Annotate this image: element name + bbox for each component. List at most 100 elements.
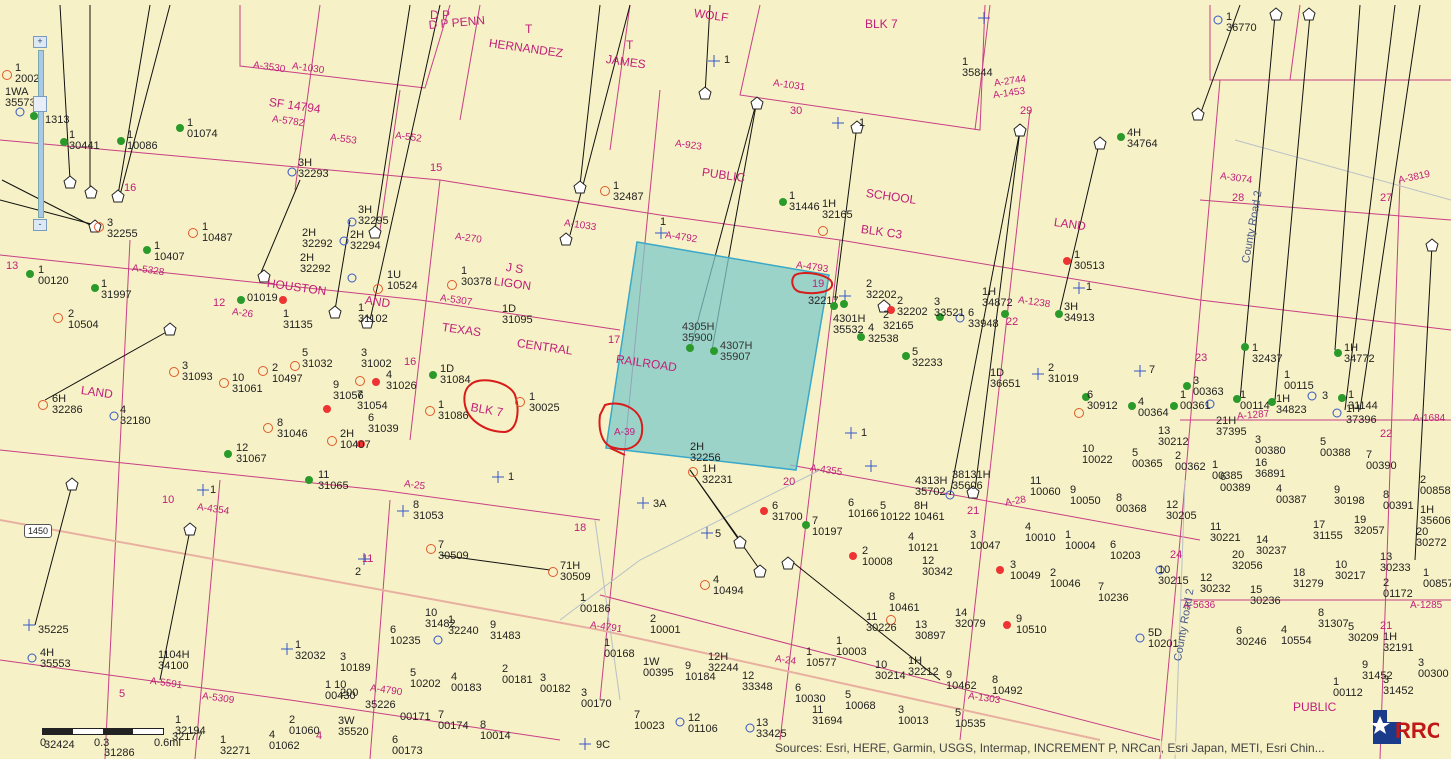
well-marker[interactable] <box>600 186 610 196</box>
section-number: 24 <box>1170 549 1183 561</box>
zoom-control[interactable]: + - <box>33 36 47 231</box>
well-marker[interactable] <box>1334 349 1342 357</box>
well-label: 1 10407 <box>154 240 185 263</box>
well-marker[interactable] <box>279 296 287 304</box>
well-marker[interactable] <box>779 198 787 206</box>
well-marker[interactable] <box>323 405 331 413</box>
well-marker[interactable] <box>1117 133 1125 141</box>
well-label: 1 00186 <box>580 592 611 615</box>
well-label: 7 00390 <box>1366 449 1397 472</box>
well-label: 200 <box>340 687 359 699</box>
well-label: 4 10121 <box>908 531 939 554</box>
well-label: 3 32255 <box>107 217 138 240</box>
well-marker[interactable] <box>117 137 125 145</box>
well-marker[interactable] <box>60 138 68 146</box>
well-marker[interactable] <box>802 521 810 529</box>
well-marker[interactable] <box>447 280 457 290</box>
well-marker[interactable] <box>258 366 268 376</box>
well-label: 15 30236 <box>1250 584 1281 607</box>
zoom-out-button[interactable]: - <box>33 219 47 231</box>
well-marker[interactable] <box>1128 402 1136 410</box>
well-marker[interactable] <box>1003 621 1011 629</box>
well-label: 13 30897 <box>915 619 946 642</box>
well-label: 9 31483 <box>490 619 521 642</box>
well-marker[interactable] <box>857 333 865 341</box>
well-label: 1104H 34100 <box>158 649 190 672</box>
well-label[interactable] <box>1055 310 1063 318</box>
well-marker[interactable] <box>290 361 300 371</box>
well-marker[interactable] <box>373 284 383 294</box>
scale-label-left: 0 <box>40 737 47 749</box>
well-marker[interactable] <box>429 371 437 379</box>
well-label: 7 31054 <box>357 389 388 412</box>
well-marker[interactable] <box>1063 257 1071 265</box>
well-marker[interactable] <box>1268 398 1276 406</box>
well-marker[interactable] <box>169 367 179 377</box>
well-label: 38131H 35606 <box>952 469 991 492</box>
well-marker[interactable] <box>425 406 435 416</box>
well-label: 12 33348 <box>742 670 773 693</box>
well-marker[interactable] <box>38 400 48 410</box>
well-marker[interactable] <box>515 397 525 407</box>
well-marker[interactable] <box>327 436 337 446</box>
well-label: 13 30212 <box>1158 425 1189 448</box>
well-label: 8 31046 <box>277 417 308 440</box>
well-label: 8 00391 <box>1383 489 1414 512</box>
zoom-slider-thumb[interactable] <box>33 96 47 112</box>
scale-label-right: 0.6mi <box>154 737 181 749</box>
well-label: 5 31032 <box>302 347 333 370</box>
well-label: 3 10047 <box>970 529 1001 552</box>
well-marker[interactable] <box>26 270 34 278</box>
well-marker[interactable] <box>686 344 694 352</box>
well-marker[interactable] <box>219 378 229 388</box>
map-linework <box>0 4 1451 759</box>
well-marker[interactable] <box>176 124 184 132</box>
section-number: 17 <box>608 334 621 346</box>
well-marker[interactable] <box>237 296 245 304</box>
zoom-slider-track[interactable] <box>38 50 44 218</box>
well-marker[interactable] <box>849 552 857 560</box>
section-number: 15 <box>430 162 443 174</box>
well-label: 3 00182 <box>540 672 571 695</box>
well-label: 7 <box>1149 364 1156 376</box>
well-marker[interactable] <box>710 347 718 355</box>
well-label: 2H 32294 <box>350 229 381 252</box>
well-marker[interactable] <box>263 423 273 433</box>
well-marker[interactable] <box>1074 408 1084 418</box>
well-marker[interactable] <box>840 300 848 308</box>
well-marker[interactable] <box>1170 402 1178 410</box>
well-label: 1 00361 <box>1180 389 1211 412</box>
well-label: 3H 32295 <box>358 204 389 227</box>
well-label: 11 30226 <box>866 611 897 634</box>
well-marker[interactable] <box>1338 394 1346 402</box>
well-marker[interactable] <box>548 567 558 577</box>
well-marker[interactable] <box>1241 343 1249 351</box>
well-marker[interactable] <box>830 302 838 310</box>
well-marker[interactable] <box>224 450 232 458</box>
well-marker[interactable] <box>818 226 828 236</box>
well-marker[interactable] <box>53 313 63 323</box>
well-label: 1 30441 <box>69 129 100 152</box>
well-marker[interactable] <box>1001 310 1009 318</box>
well-marker[interactable] <box>372 378 380 386</box>
well-marker[interactable] <box>94 222 104 232</box>
zoom-in-button[interactable]: + <box>33 36 47 48</box>
map-canvas[interactable]: D P D P PENN T HERNANDEZ T JAMES WOLF BL… <box>0 0 1451 759</box>
well-marker[interactable] <box>91 284 99 292</box>
well-label: 35225 <box>38 624 69 636</box>
well-marker[interactable] <box>760 507 768 515</box>
well-label: 5 <box>715 528 722 540</box>
well-label: 4 31026 <box>386 369 417 392</box>
well-marker[interactable] <box>426 544 436 554</box>
well-marker[interactable] <box>700 580 710 590</box>
well-label: 1 30025 <box>529 391 560 414</box>
rrc-logo: RRC <box>1365 706 1443 748</box>
well-marker[interactable] <box>902 352 910 360</box>
well-marker[interactable] <box>688 467 698 477</box>
well-marker[interactable] <box>2 70 12 80</box>
well-label: 12H 32244 <box>708 651 739 674</box>
well-marker[interactable] <box>188 228 198 238</box>
well-marker[interactable] <box>305 476 313 484</box>
well-marker[interactable] <box>143 246 151 254</box>
well-marker[interactable] <box>996 566 1004 574</box>
